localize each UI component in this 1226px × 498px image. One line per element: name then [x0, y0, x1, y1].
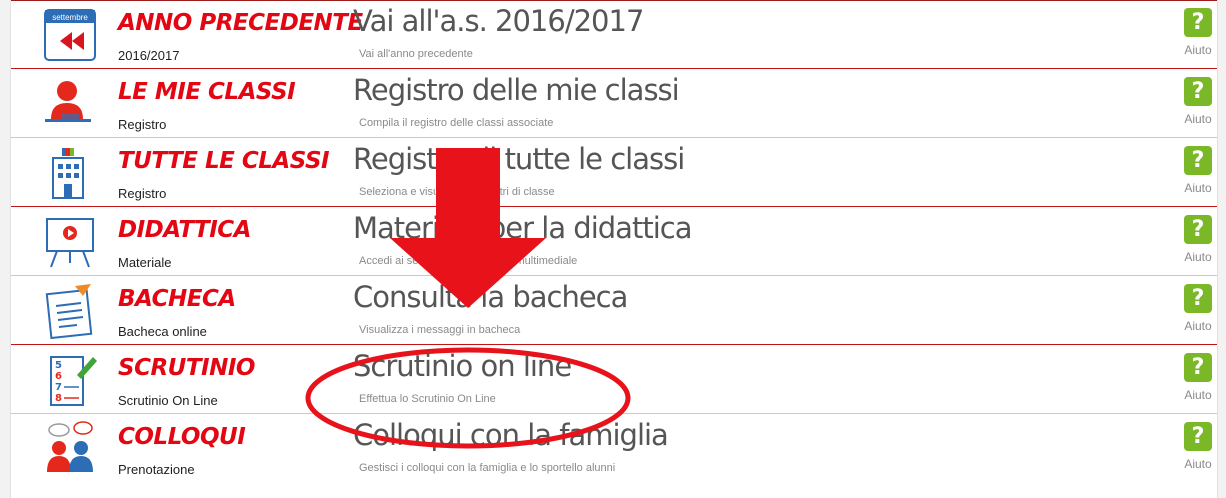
- row-subtitle: 2016/2017: [118, 48, 180, 63]
- row-subtitle: Registro: [118, 117, 167, 132]
- help-label: Aiuto: [1184, 112, 1212, 126]
- help-label: Aiuto: [1184, 250, 1212, 264]
- row-description: Visualizza i messaggi in bacheca: [359, 324, 521, 336]
- help-label: Aiuto: [1184, 388, 1212, 402]
- help-question-icon: ?: [1184, 8, 1212, 37]
- help-button[interactable]: ? Aiuto: [1182, 353, 1214, 407]
- menu-row-bacheca[interactable]: BACHECA Bacheca online Consulta la bache…: [11, 276, 1217, 345]
- row-description: Compila il registro delle classi associa…: [359, 117, 554, 129]
- help-button[interactable]: ? Aiuto: [1182, 215, 1214, 269]
- row-title: ANNO PRECEDENTE: [118, 10, 363, 36]
- row-title: LE MIE CLASSI: [118, 79, 296, 105]
- action-link[interactable]: Vai all'a.s. 2016/2017: [353, 4, 644, 38]
- school-building-icon: [39, 144, 101, 202]
- help-button[interactable]: ? Aiuto: [1182, 146, 1214, 200]
- grade-number-6: 6: [55, 371, 62, 382]
- help-question-icon: ?: [1184, 284, 1212, 313]
- help-label: Aiuto: [1184, 43, 1212, 57]
- row-subtitle: Materiale: [118, 255, 172, 270]
- calendar-rewind-icon: settembre: [39, 6, 101, 64]
- row-description: Seleziona e visualizza i registri di cla…: [359, 186, 555, 198]
- help-label: Aiuto: [1184, 181, 1212, 195]
- row-title: DIDATTICA: [118, 217, 251, 243]
- help-question-icon: ?: [1184, 353, 1212, 382]
- menu-row-colloqui[interactable]: COLLOQUI Prenotazione Colloqui con la fa…: [11, 414, 1217, 498]
- action-link[interactable]: Materiale per la didattica: [353, 211, 692, 245]
- menu-row-le-mie-classi[interactable]: LE MIE CLASSI Registro Registro delle mi…: [11, 69, 1217, 138]
- row-description: Accedi ai servizi per la didattica multi…: [359, 255, 578, 267]
- help-label: Aiuto: [1184, 457, 1212, 471]
- row-title: TUTTE LE CLASSI: [118, 148, 330, 174]
- menu-row-tutte-le-classi[interactable]: TUTTE LE CLASSI Registro Registro di tut…: [11, 138, 1217, 207]
- grade-number-5: 5: [55, 360, 62, 371]
- video-board-icon: [39, 213, 101, 271]
- action-link[interactable]: Colloqui con la famiglia: [353, 418, 669, 452]
- help-button[interactable]: ? Aiuto: [1182, 77, 1214, 131]
- help-question-icon: ?: [1184, 77, 1212, 106]
- menu-row-didattica[interactable]: DIDATTICA Materiale Materiale per la did…: [11, 207, 1217, 276]
- help-question-icon: ?: [1184, 215, 1212, 244]
- row-description: Vai all'anno precedente: [359, 48, 473, 60]
- help-question-icon: ?: [1184, 422, 1212, 451]
- row-description: Effettua lo Scrutinio On Line: [359, 393, 496, 405]
- menu-row-anno-precedente[interactable]: settembre ANNO PRECEDENTE 2016/2017 Vai …: [11, 0, 1217, 69]
- row-subtitle: Bacheca online: [118, 324, 207, 339]
- row-subtitle: Prenotazione: [118, 462, 195, 477]
- row-subtitle: Scrutinio On Line: [118, 393, 218, 408]
- grade-number-7: 7: [55, 382, 62, 393]
- calendar-month-text: settembre: [52, 13, 88, 22]
- help-button[interactable]: ? Aiuto: [1182, 422, 1214, 476]
- help-label: Aiuto: [1184, 319, 1212, 333]
- help-button[interactable]: ? Aiuto: [1182, 8, 1214, 62]
- action-link[interactable]: Registro di tutte le classi: [353, 142, 685, 176]
- action-link[interactable]: Consulta la bacheca: [353, 280, 628, 314]
- row-subtitle: Registro: [118, 186, 167, 201]
- row-title: SCRUTINIO: [118, 355, 255, 381]
- main-menu-panel: settembre ANNO PRECEDENTE 2016/2017 Vai …: [10, 0, 1218, 498]
- help-button[interactable]: ? Aiuto: [1182, 284, 1214, 338]
- action-link[interactable]: Scrutinio on line: [353, 349, 572, 383]
- row-description: Gestisci i colloqui con la famiglia e lo…: [359, 462, 616, 474]
- row-title: COLLOQUI: [118, 424, 246, 450]
- help-question-icon: ?: [1184, 146, 1212, 175]
- meeting-people-icon: [39, 420, 101, 478]
- notice-board-icon: [39, 282, 101, 340]
- action-link[interactable]: Registro delle mie classi: [353, 73, 680, 107]
- grade-number-8: 8: [55, 393, 62, 404]
- teacher-desk-icon: [39, 75, 101, 133]
- grades-list-icon: 5 6 7 8: [39, 351, 101, 409]
- row-title: BACHECA: [118, 286, 236, 312]
- menu-row-scrutinio[interactable]: 5 6 7 8 SCRUTINIO Scrutinio On Line Scru…: [11, 345, 1217, 414]
